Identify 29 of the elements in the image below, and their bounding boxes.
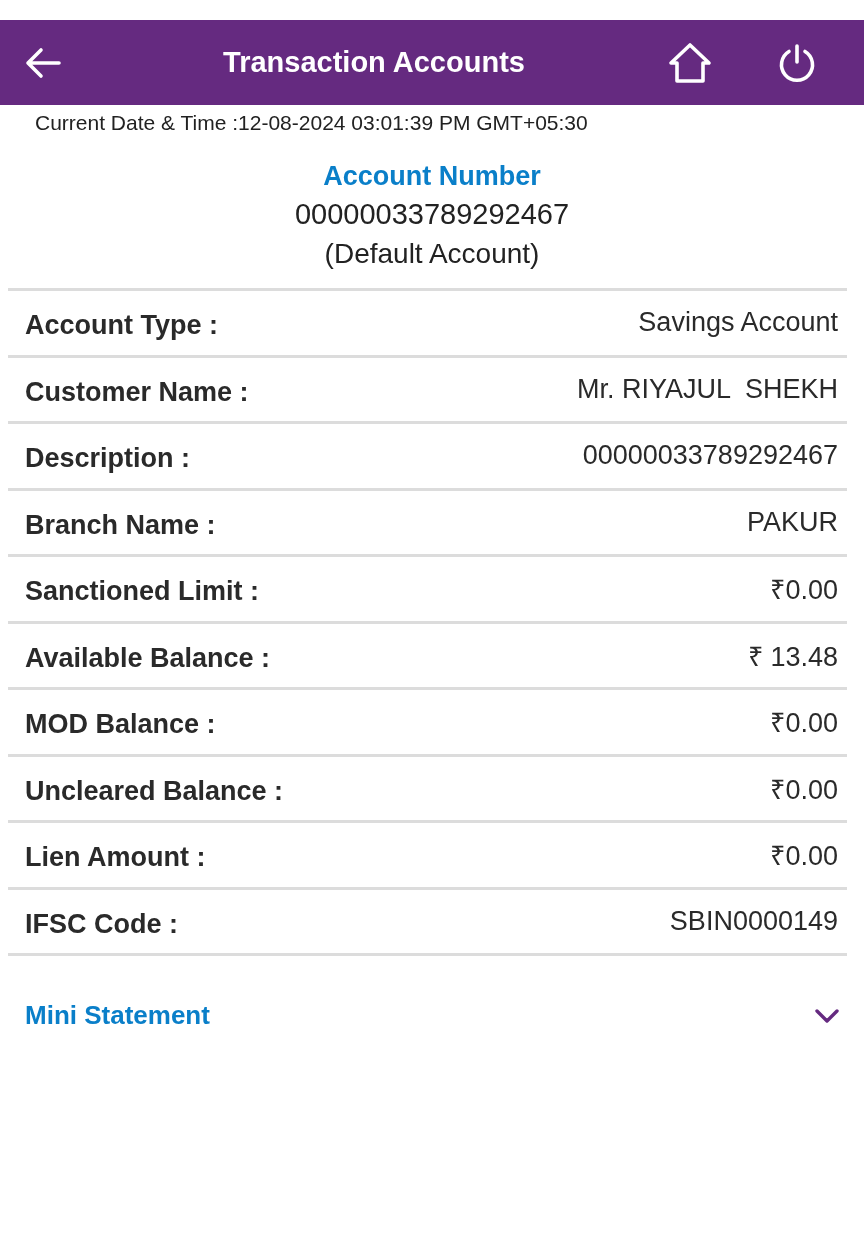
mini-statement-toggle[interactable]: Mini Statement <box>25 1000 855 1031</box>
detail-value: Savings Account <box>638 307 838 339</box>
default-account-note: (Default Account) <box>324 237 540 271</box>
detail-label: Description : <box>25 442 191 475</box>
detail-label: Lien Amount : <box>25 841 206 874</box>
detail-value: 00000033789292467 <box>582 440 838 472</box>
detail-value: ₹0.00 <box>770 707 838 741</box>
power-icon <box>777 42 817 83</box>
detail-value: PAKUR <box>746 506 838 538</box>
detail-value: ₹0.00 <box>770 840 838 874</box>
back-arrow-icon <box>25 46 61 79</box>
detail-label: IFSC Code : <box>25 907 178 940</box>
detail-label: Branch Name : <box>25 508 216 541</box>
detail-value: ₹0.00 <box>770 574 838 608</box>
detail-label: Account Type : <box>25 309 218 342</box>
home-icon <box>668 41 712 84</box>
screen-title: Transaction Accounts <box>222 46 526 79</box>
detail-value: ₹ 13.48 <box>747 640 838 674</box>
detail-label: MOD Balance : <box>25 708 216 741</box>
detail-value: Mr. RIYAJUL SHEKH <box>576 373 838 405</box>
account-number-heading: Account Number <box>323 160 541 193</box>
detail-label: Customer Name : <box>25 375 249 408</box>
detail-label: Sanctioned Limit : <box>25 575 259 608</box>
detail-label: Uncleared Balance : <box>25 774 284 807</box>
detail-value: SBIN0000149 <box>669 905 838 937</box>
account-number: 00000033789292467 <box>294 197 570 232</box>
detail-label: Available Balance : <box>25 641 271 674</box>
detail-value: ₹0.00 <box>770 773 838 807</box>
current-date-time: Current Date & Time :12-08-2024 03:01:39 PM GMT+05:30 <box>35 110 589 136</box>
